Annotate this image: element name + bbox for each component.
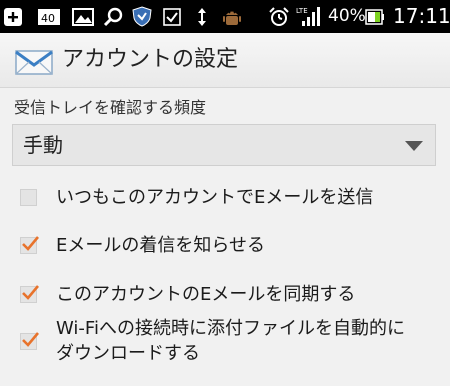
notify-checkbox[interactable] — [20, 236, 39, 254]
network-type-label: LTE — [296, 7, 308, 15]
shield-icon — [132, 6, 152, 27]
auto-download-checkbox[interactable] — [20, 332, 39, 350]
alarm-clock-icon — [268, 6, 290, 27]
auto-download-label-line1: Wi-Fiへの接続時に添付ファイルを自動的に — [56, 318, 405, 339]
svg-text:40: 40 — [41, 12, 55, 25]
option-row-auto-download[interactable]: Wi-Fiへの接続時に添付ファイルを自動的に ダウンロードする — [0, 316, 450, 376]
check-mark-icon — [22, 332, 39, 347]
mail-envelope-icon[interactable] — [15, 48, 55, 76]
search-icon — [102, 6, 124, 27]
auto-download-label-line2: ダウンロードする — [56, 343, 200, 364]
battery-percent: 40% — [328, 6, 366, 26]
sync-frequency-value: 手動 — [23, 133, 63, 157]
check-mark-icon — [22, 236, 39, 251]
check-mark-icon — [22, 285, 39, 300]
action-bar: アカウントの設定 — [0, 33, 450, 88]
data-transfer-icon — [196, 6, 208, 27]
option-row-default-account[interactable]: いつもこのアカウントでEメールを送信 — [0, 181, 450, 217]
android-icon — [222, 6, 242, 27]
sync-frequency-dropdown[interactable]: 手動 — [12, 124, 436, 166]
battery-icon — [365, 6, 385, 27]
sync-label: このアカウントのEメールを同期する — [56, 284, 356, 305]
checkbox-notification-icon — [163, 6, 181, 27]
status-bar: 40 LTE 40% 17:11 — [0, 0, 450, 33]
image-icon — [72, 6, 94, 27]
clock-time: 17:11 — [393, 4, 450, 28]
notify-label: Eメールの着信を知らせる — [56, 235, 266, 256]
option-row-sync[interactable]: このアカウントのEメールを同期する — [0, 278, 450, 314]
option-row-notify[interactable]: Eメールの着信を知らせる — [0, 229, 450, 265]
add-notification-icon — [4, 6, 22, 27]
sync-frequency-label: 受信トレイを確認する頻度 — [14, 98, 207, 117]
signal-strength-icon: LTE — [296, 6, 322, 27]
sync-checkbox[interactable] — [20, 285, 39, 303]
badge-40-icon: 40 — [38, 6, 60, 27]
dropdown-arrow-icon — [405, 141, 423, 151]
default-account-label: いつもこのアカウントでEメールを送信 — [56, 187, 374, 208]
default-account-checkbox[interactable] — [20, 189, 37, 206]
page-title: アカウントの設定 — [62, 47, 239, 72]
